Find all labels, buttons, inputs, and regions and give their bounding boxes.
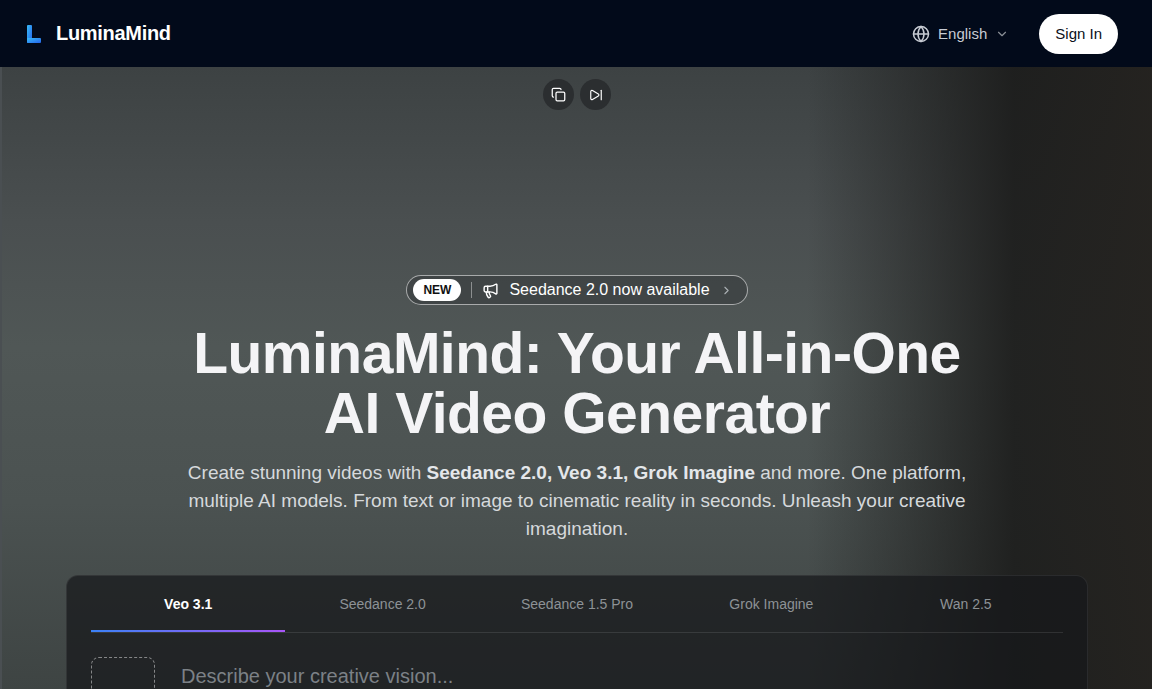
subtitle-segment: Seedance 2.0, Veo 3.1, Grok Imagine — [427, 462, 755, 483]
brand[interactable]: LuminaMind — [26, 22, 171, 45]
model-tab[interactable]: Seedance 2.0 — [285, 576, 479, 632]
video-controls — [543, 79, 611, 110]
new-pill: NEW — [413, 279, 461, 301]
hero-title: LuminaMind: Your All-in-OneAI Video Gene… — [193, 323, 961, 443]
chevron-down-icon — [995, 27, 1009, 41]
badge-text: Seedance 2.0 now available — [509, 281, 709, 299]
announcement-badge[interactable]: NEW Seedance 2.0 now available — [406, 275, 747, 305]
header-actions: English Sign In — [912, 14, 1118, 54]
model-tabs: Veo 3.1Seedance 2.0Seedance 1.5 ProGrok … — [91, 576, 1063, 633]
page: LuminaMind English Sign In NEW Seedance 2.0 … — [0, 0, 1152, 689]
model-tab[interactable]: Veo 3.1 — [91, 576, 285, 632]
header: LuminaMind English Sign In — [0, 0, 1152, 67]
prompt-input[interactable] — [181, 657, 1063, 689]
chevron-right-icon — [720, 284, 733, 297]
skip-button[interactable] — [580, 79, 611, 110]
title-line: AI Video Generator — [193, 383, 961, 443]
sign-in-button[interactable]: Sign In — [1039, 14, 1118, 54]
hero: NEW Seedance 2.0 now available LuminaMind:… — [0, 67, 1152, 689]
pip-button[interactable] — [543, 79, 574, 110]
model-tab[interactable]: Wan 2.5 — [869, 576, 1063, 632]
logo-icon — [26, 25, 42, 43]
globe-icon — [912, 25, 930, 43]
title-line: LuminaMind: Your All-in-One — [193, 323, 961, 383]
model-tab[interactable]: Grok Imagine — [674, 576, 868, 632]
subtitle-segment: Create stunning videos with — [188, 462, 427, 483]
prompt-row — [91, 633, 1063, 689]
badge-divider — [471, 282, 472, 298]
brand-name: LuminaMind — [56, 22, 171, 45]
megaphone-icon — [482, 282, 499, 299]
upload-box[interactable] — [91, 657, 155, 689]
skip-icon — [589, 88, 603, 102]
language-select[interactable]: English — [912, 25, 1009, 43]
generator-card: Veo 3.1Seedance 2.0Seedance 1.5 ProGrok … — [66, 575, 1088, 689]
model-tab[interactable]: Seedance 1.5 Pro — [480, 576, 674, 632]
pip-icon — [551, 87, 566, 102]
hero-subtitle: Create stunning videos with Seedance 2.0… — [182, 459, 972, 543]
